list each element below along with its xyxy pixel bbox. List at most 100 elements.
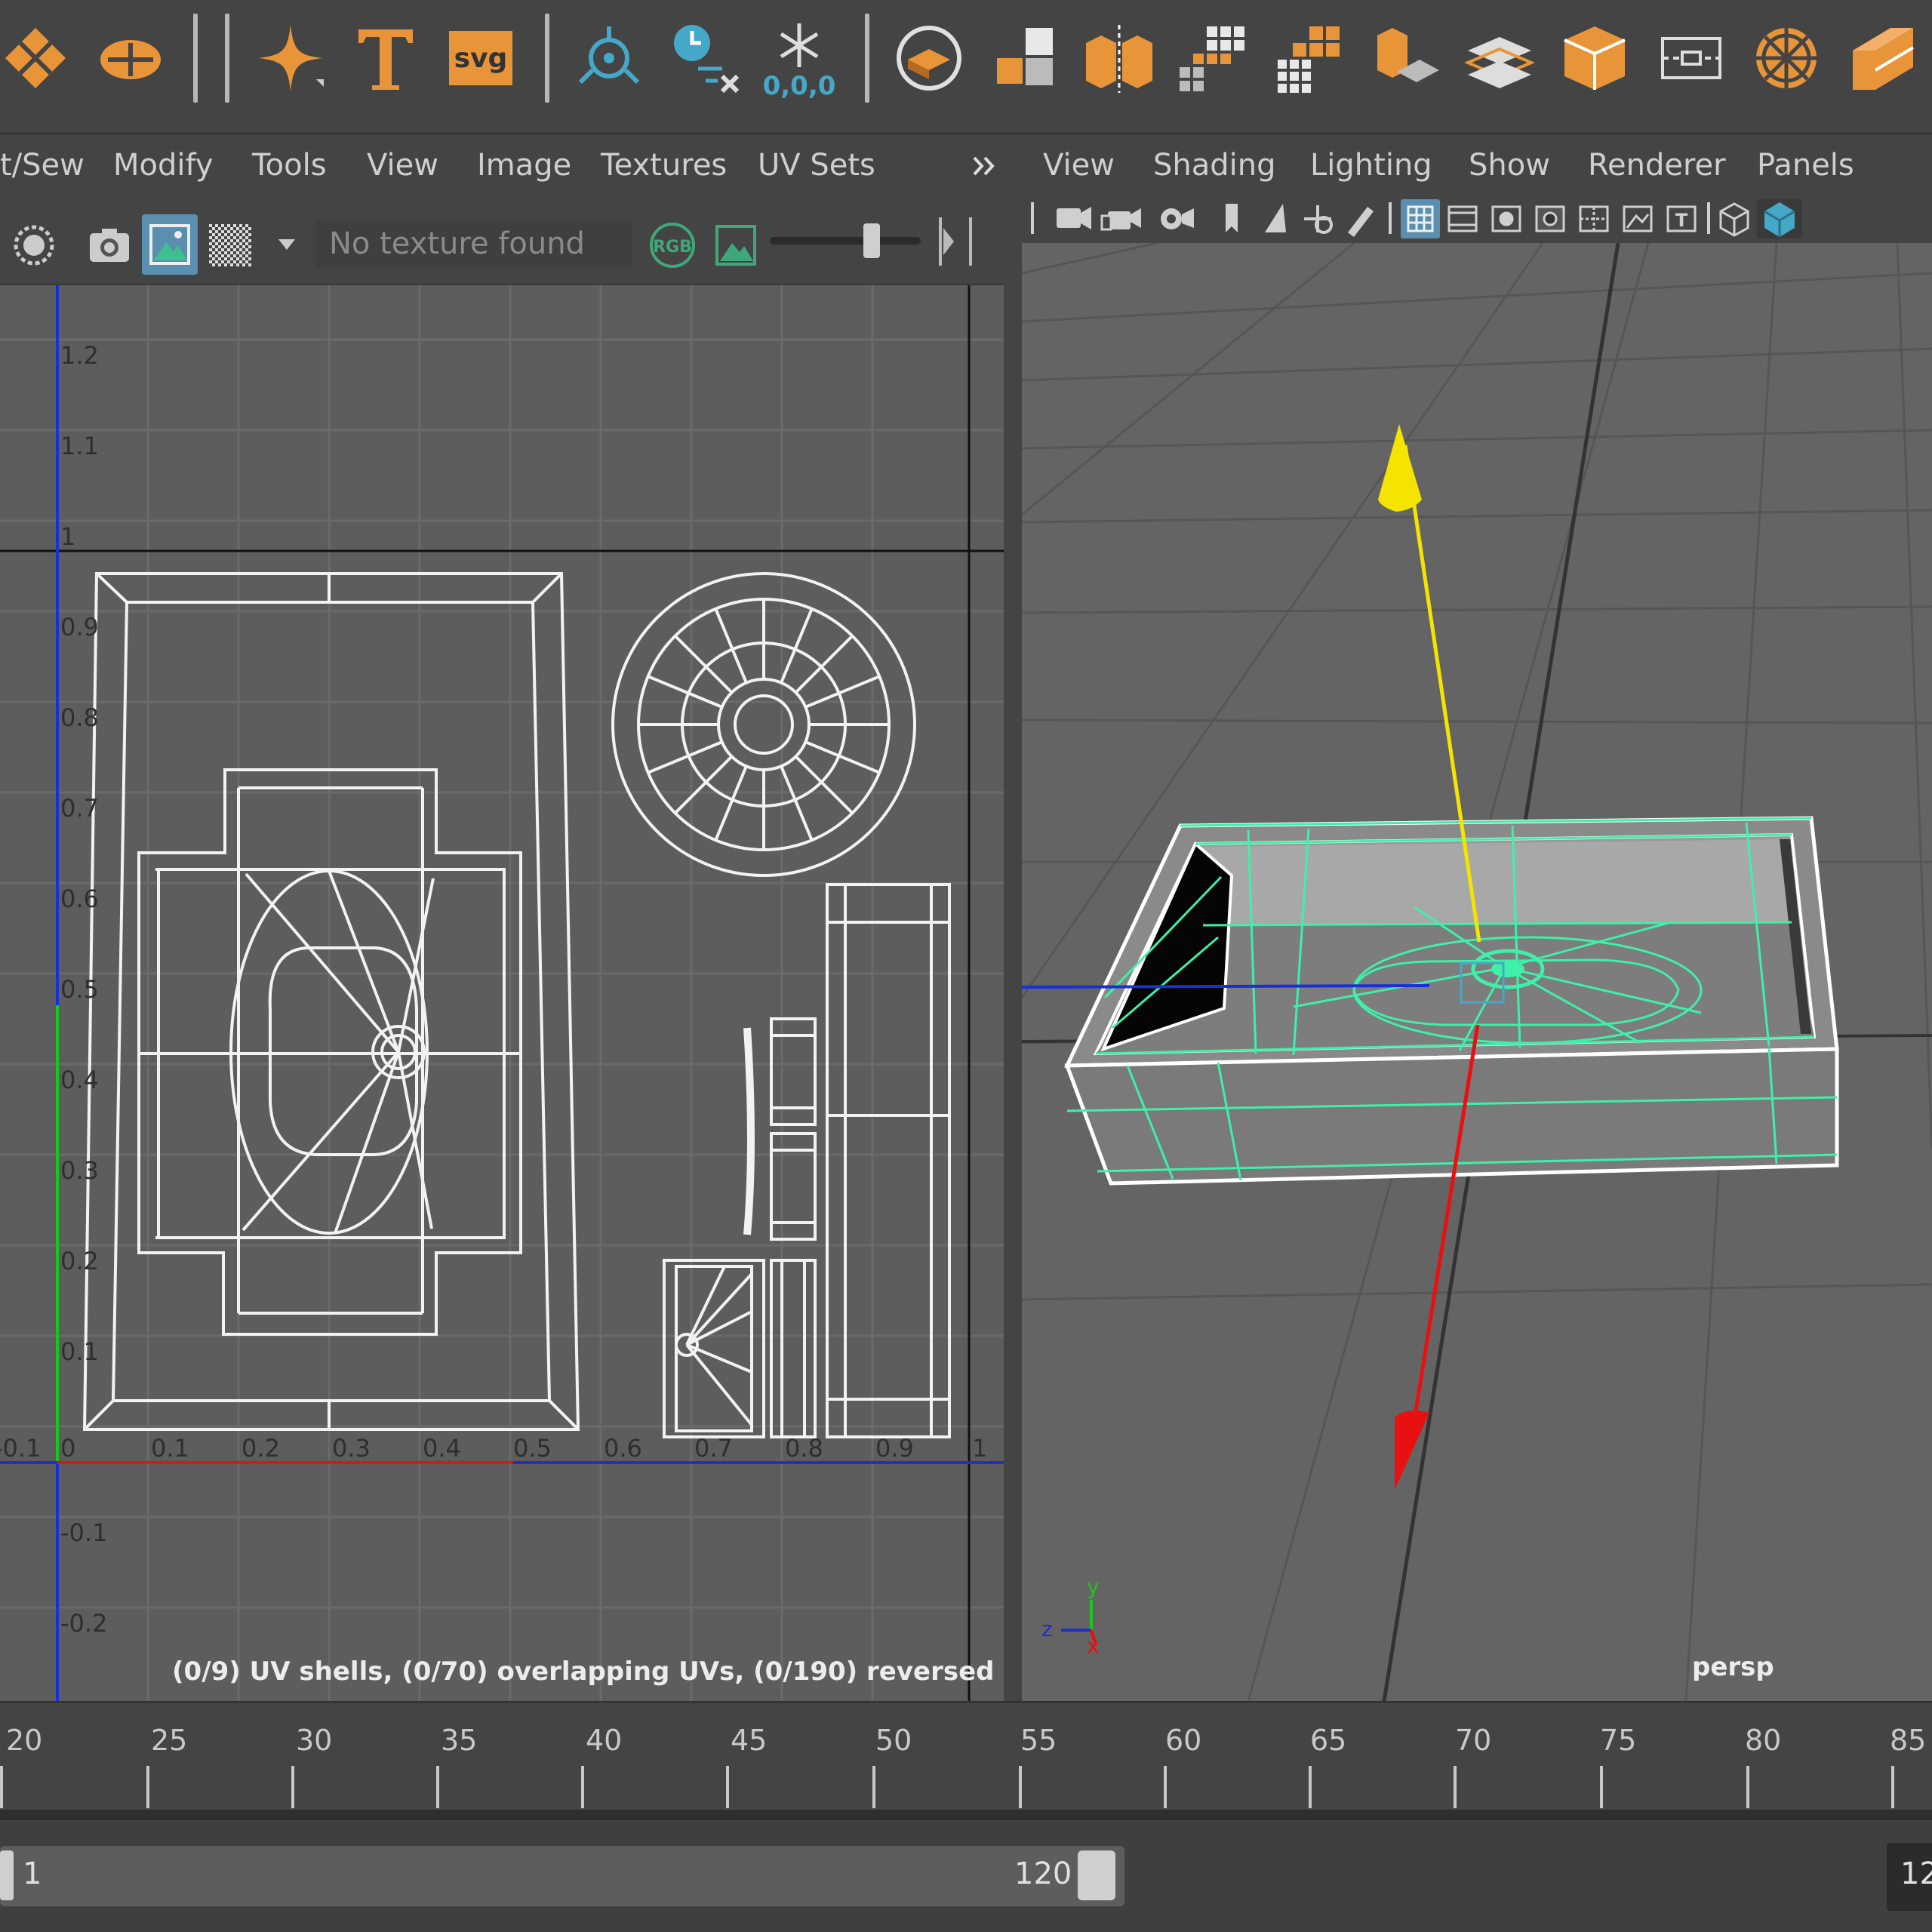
menu-uv-sets[interactable]: UV Sets [758, 148, 875, 183]
grid-toggle-active[interactable] [1401, 199, 1440, 238]
timeline-tick-label: 45 [731, 1724, 768, 1757]
range-end-value: 120 [1014, 1857, 1072, 1891]
end-frame-value[interactable]: 12 [1900, 1857, 1932, 1891]
range-slider-bar[interactable] [0, 1846, 1124, 1906]
timeline-tick [436, 1766, 439, 1808]
multicut-icon[interactable] [1745, 17, 1828, 100]
safe-action-icon[interactable] [1623, 205, 1653, 232]
u-tick-label: 0.5 [513, 1434, 552, 1463]
timeline-tick-label: 35 [441, 1724, 478, 1757]
timeline-tick-label: 80 [1745, 1724, 1782, 1757]
timeline-tick [1891, 1766, 1894, 1808]
exposure-slider-track[interactable] [770, 237, 921, 245]
v-tick-label: 0.6 [60, 884, 99, 913]
camera-lock-icon[interactable] [1100, 208, 1141, 231]
svg-text:T: T [1675, 210, 1688, 231]
menu-image[interactable]: Image [477, 148, 571, 183]
type-text-icon[interactable] [344, 17, 427, 100]
freeze-transform-icon[interactable]: 0,0,0 [758, 17, 841, 101]
timeline-tick-label: 60 [1165, 1724, 1202, 1757]
film-gate-icon[interactable] [1447, 205, 1478, 232]
v-tick-label: 1.1 [60, 432, 99, 460]
manip-z-axis[interactable] [1022, 984, 1430, 989]
grease-pencil-icon[interactable] [1348, 207, 1374, 237]
vp-menu-shading[interactable]: Shading [1153, 148, 1276, 183]
image-plane-icon[interactable] [1265, 204, 1286, 232]
image-adjust-icon[interactable] [709, 219, 762, 272]
timeline-tick-label: 55 [1020, 1724, 1057, 1757]
layered-planes-icon[interactable] [1553, 17, 1636, 100]
u-tick-label: 0.6 [604, 1434, 642, 1463]
timeline-tick-label: 40 [586, 1724, 623, 1757]
menu-tools[interactable]: Tools [252, 148, 327, 183]
boolean-union-icon[interactable] [888, 17, 971, 100]
menu-overflow-chevron-icon[interactable] [969, 151, 999, 181]
u-tick-label: 0.7 [694, 1434, 733, 1463]
u-tick-label: 0.3 [332, 1434, 371, 1463]
sink-mesh[interactable] [1064, 816, 1839, 1186]
range-start-value: 1 [23, 1857, 42, 1891]
texture-field[interactable]: No texture found [315, 220, 632, 267]
exposure-slider-handle[interactable] [863, 223, 880, 258]
dropdown-arrow-icon[interactable] [273, 231, 300, 258]
resolution-gate-icon[interactable] [1491, 205, 1521, 232]
menu-view[interactable]: View [367, 148, 438, 183]
smooth-icon[interactable] [1363, 17, 1446, 100]
shelf-separator [545, 14, 549, 103]
isolate-select-icon[interactable] [8, 219, 60, 272]
timeline-bottom-bar [0, 1810, 1932, 1820]
extrude-icon[interactable] [1458, 17, 1541, 100]
uv-editor-canvas[interactable]: 1.2 1.1 1 0.9 0.8 0.7 0.6 0.5 0.4 0.3 0.… [0, 285, 1004, 1701]
camera-image-icon[interactable] [83, 219, 136, 272]
timeline-tick-label: 65 [1310, 1724, 1347, 1757]
sparkle-star-icon[interactable] [249, 17, 332, 100]
combine-icon[interactable] [983, 17, 1066, 100]
timeline-tick [1164, 1766, 1167, 1808]
timeline-tick [1454, 1766, 1457, 1808]
rgb-channels-icon[interactable]: RGB [646, 219, 699, 272]
vp-menu-panels[interactable]: Panels [1757, 148, 1854, 183]
bookmark-icon[interactable] [1226, 204, 1238, 232]
display-image-toggle-icon[interactable] [142, 214, 198, 275]
cube-face-icon[interactable] [1650, 17, 1733, 100]
vp-menu-lighting[interactable]: Lighting [1310, 148, 1432, 183]
field-chart-icon[interactable] [1579, 205, 1609, 232]
frame-step-icon[interactable] [933, 213, 978, 270]
2d-pan-zoom-icon[interactable] [1304, 205, 1333, 234]
camera-attributes-icon[interactable] [1161, 208, 1194, 229]
viewport-icon-bar: T [1031, 199, 1802, 238]
vp-menu-renderer[interactable]: Renderer [1588, 148, 1726, 183]
menu-modify[interactable]: Modify [113, 148, 214, 183]
svg-icon[interactable]: svg [439, 17, 522, 100]
vp-menu-show[interactable]: Show [1469, 148, 1550, 183]
menu-cut-sew[interactable]: t/Sew [0, 148, 85, 183]
shelf-separator [865, 14, 869, 103]
time-slider[interactable] [0, 1701, 1932, 1823]
range-end-handle[interactable] [1078, 1850, 1115, 1900]
timeline-tick-label: 50 [875, 1724, 912, 1757]
ellipse-ring-icon[interactable] [89, 17, 172, 100]
uv-status-hud: (0/9) UV shells, (0/70) overlapping UVs,… [172, 1657, 1004, 1687]
checker-tiles-icon[interactable] [204, 219, 257, 272]
menu-textures[interactable]: Textures [601, 148, 727, 183]
separate-icon[interactable] [1078, 17, 1161, 100]
vp-menu-view[interactable]: View [1043, 148, 1115, 183]
clock-delete-icon[interactable] [664, 17, 747, 100]
u-tick-label: 0.4 [423, 1434, 461, 1463]
v-tick-label: 0.2 [60, 1247, 99, 1275]
timeline-tick [0, 1766, 3, 1808]
gate-mask-icon[interactable] [1535, 205, 1565, 232]
u-tick-label: 1 [972, 1434, 987, 1463]
extract-icon[interactable] [1173, 17, 1256, 100]
pivot-joint-icon[interactable] [568, 17, 651, 100]
mesh-grid-icon[interactable] [1268, 17, 1351, 100]
safe-title-icon[interactable]: T [1666, 205, 1697, 232]
range-start-handle[interactable] [0, 1850, 14, 1900]
diamond-tile-icon[interactable] [0, 17, 77, 100]
wireframe-cube-icon[interactable] [1719, 202, 1749, 237]
camera-select-icon[interactable] [1057, 207, 1091, 229]
svg-text:svg: svg [454, 43, 508, 74]
bevel-cube-icon[interactable] [1841, 17, 1924, 100]
panel-divider[interactable] [1005, 139, 1022, 1701]
perspective-viewport[interactable]: y z x persp [1022, 243, 1932, 1701]
